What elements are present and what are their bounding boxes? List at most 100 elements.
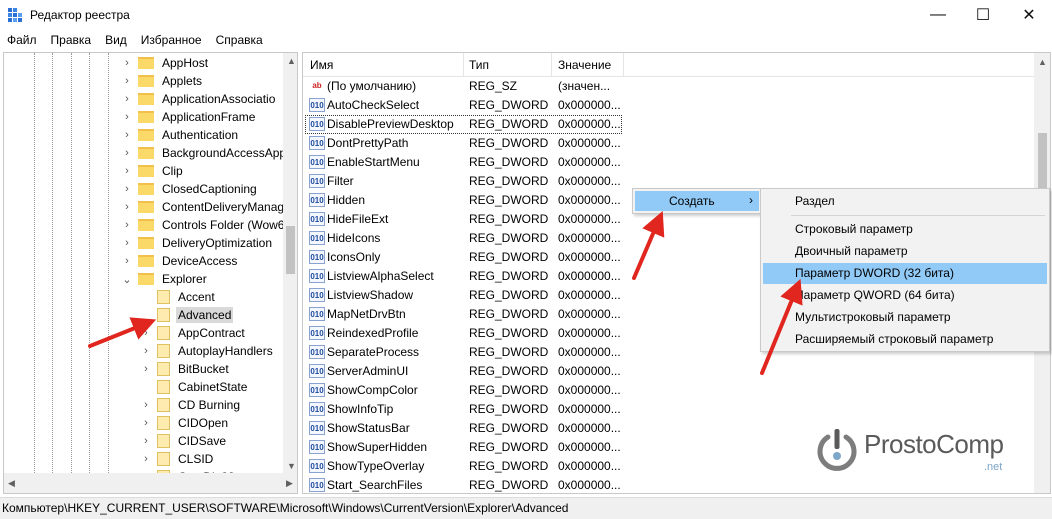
scroll-up-icon[interactable]: ▲ [287, 56, 296, 66]
tree-item[interactable]: › DeliveryOptimization [121, 234, 274, 252]
tree-item[interactable]: › AppHost [121, 54, 210, 72]
menu-item-create[interactable]: Создать › [635, 191, 759, 211]
tree-item[interactable]: › Applets [121, 72, 204, 90]
value-row[interactable]: 010 IconsOnly REG_DWORD 0x000000... [303, 248, 633, 267]
tree-item[interactable]: › CD Burning [140, 396, 242, 414]
tree-item[interactable]: › CIDSave [140, 432, 228, 450]
tree-item[interactable]: › CLSID [140, 450, 215, 468]
chevron-right-icon[interactable]: › [121, 219, 133, 231]
chevron-right-icon[interactable]: › [140, 417, 152, 429]
tree-horizontal-scrollbar[interactable]: ◀ ▶ [4, 473, 297, 493]
value-row[interactable]: 010 ServerAdminUI REG_DWORD 0x000000... [303, 362, 633, 381]
tree-item[interactable]: › DeviceAccess [121, 252, 239, 270]
value-row[interactable]: 010 AutoCheckSelect REG_DWORD 0x000000... [303, 96, 633, 115]
value-row[interactable]: 010 Hidden REG_DWORD 0x000000... [303, 191, 633, 210]
tree-item[interactable]: › AutoplayHandlers [140, 342, 275, 360]
value-row[interactable]: 010 Start_SearchFiles REG_DWORD 0x000000... [303, 476, 633, 493]
submenu-item[interactable]: Строковый параметр [763, 219, 1047, 240]
tree-item[interactable]: › Controls Folder (Wow6 [121, 216, 286, 234]
scroll-right-icon[interactable]: ▶ [286, 478, 293, 489]
value-row[interactable]: 010 ShowStatusBar REG_DWORD 0x000000... [303, 419, 633, 438]
value-row[interactable]: 010 ShowTypeOverlay REG_DWORD 0x000000... [303, 457, 633, 476]
menu-file[interactable]: Файл [0, 31, 44, 51]
value-row[interactable]: 010 ReindexedProfile REG_DWORD 0x000000... [303, 324, 633, 343]
column-header-type[interactable]: Тип [469, 58, 489, 72]
chevron-right-icon[interactable]: › [140, 453, 152, 465]
menu-view[interactable]: Вид [98, 31, 134, 51]
chevron-right-icon[interactable]: › [121, 183, 133, 195]
tree-item[interactable]: › BitBucket [140, 360, 231, 378]
tree-item[interactable]: › ContentDeliveryManag [121, 198, 286, 216]
chevron-right-icon[interactable]: › [121, 57, 133, 69]
value-row[interactable]: 010 ListviewAlphaSelect REG_DWORD 0x000000.… [303, 267, 633, 286]
tree-item[interactable]: CabinetState [140, 378, 249, 396]
value-name: ServerAdminUI [327, 364, 409, 378]
tree-item[interactable]: › Clip [121, 162, 185, 180]
menu-edit[interactable]: Правка [44, 31, 99, 51]
tree-item[interactable]: Advanced [140, 306, 234, 324]
value-row[interactable]: 010 ShowInfoTip REG_DWORD 0x000000... [303, 400, 633, 419]
value-row[interactable]: 010 HideIcons REG_DWORD 0x000000... [303, 229, 633, 248]
submenu-item[interactable]: Параметр QWORD (64 бита) [763, 285, 1047, 306]
maximize-button[interactable]: ☐ [960, 0, 1006, 30]
value-row[interactable]: 010 Filter REG_DWORD 0x000000... [303, 172, 633, 191]
chevron-right-icon[interactable]: › [140, 327, 152, 339]
value-row[interactable]: 010 SeparateProcess REG_DWORD 0x000000... [303, 343, 633, 362]
tree-item[interactable]: › CIDOpen [140, 414, 230, 432]
value-row[interactable]: 010 MapNetDrvBtn REG_DWORD 0x000000... [303, 305, 633, 324]
chevron-right-icon[interactable]: › [121, 129, 133, 141]
dword-value-icon: 010 [309, 345, 325, 359]
tree-item[interactable]: › ApplicationFrame [121, 108, 257, 126]
tree-item[interactable]: ⌄ Explorer [121, 270, 209, 288]
column-separator[interactable] [623, 53, 624, 77]
key-tree-pane[interactable]: › AppHost › Applets › ApplicationAssociatio › A… [3, 52, 298, 494]
chevron-right-icon[interactable]: › [140, 435, 152, 447]
chevron-right-icon[interactable]: › [121, 147, 133, 159]
tree-item[interactable]: › ClosedCaptioning [121, 180, 259, 198]
value-value: 0x000000... [558, 421, 621, 435]
scroll-down-icon[interactable]: ▼ [287, 461, 296, 471]
menu-favorites[interactable]: Избранное [134, 31, 209, 51]
value-row[interactable]: 010 DontPrettyPath REG_DWORD 0x000000... [303, 134, 633, 153]
tree-vertical-scrollbar[interactable]: ▲ ▼ [283, 53, 297, 473]
chevron-right-icon[interactable]: › [121, 255, 133, 267]
menu-help[interactable]: Справка [209, 31, 270, 51]
chevron-right-icon[interactable]: › [121, 75, 133, 87]
minimize-button[interactable]: — [915, 0, 961, 30]
chevron-right-icon[interactable]: › [140, 399, 152, 411]
column-separator[interactable] [551, 53, 552, 77]
value-row[interactable]: ab (По умолчанию) REG_SZ (значен... [303, 77, 633, 96]
chevron-right-icon[interactable]: › [121, 111, 133, 123]
submenu-item[interactable]: Параметр DWORD (32 бита) [763, 263, 1047, 284]
tree-item[interactable]: › BackgroundAccessApp [121, 144, 288, 162]
column-separator[interactable] [463, 53, 464, 77]
tree-item[interactable]: Accent [140, 288, 217, 306]
value-row[interactable]: 010 EnableStartMenu REG_DWORD 0x000000... [303, 153, 633, 172]
tree-item[interactable]: › Authentication [121, 126, 240, 144]
value-row[interactable]: 010 ShowCompColor REG_DWORD 0x000000... [303, 381, 633, 400]
submenu-item[interactable]: Расширяемый строковый параметр [763, 329, 1047, 350]
scroll-left-icon[interactable]: ◀ [8, 478, 15, 489]
scroll-up-icon[interactable]: ▲ [1038, 57, 1047, 67]
value-row[interactable]: 010 HideFileExt REG_DWORD 0x000000... [303, 210, 633, 229]
tree-item[interactable]: › ApplicationAssociatio [121, 90, 277, 108]
value-row[interactable]: 010 ListviewShadow REG_DWORD 0x000000... [303, 286, 633, 305]
chevron-right-icon[interactable]: › [140, 363, 152, 375]
chevron-right-icon[interactable]: › [121, 237, 133, 249]
submenu-item[interactable]: Двоичный параметр [763, 241, 1047, 262]
chevron-down-icon[interactable]: ⌄ [121, 273, 133, 286]
value-row[interactable]: 010 DisablePreviewDesktop REG_DWORD 0x00000… [303, 115, 633, 134]
chevron-right-icon[interactable]: › [140, 345, 152, 357]
chevron-right-icon[interactable]: › [121, 93, 133, 105]
value-type: REG_DWORD [469, 402, 549, 416]
value-row[interactable]: 010 ShowSuperHidden REG_DWORD 0x000000... [303, 438, 633, 457]
column-header-value[interactable]: Значение [558, 58, 611, 72]
tree-item[interactable]: › AppContract [140, 324, 247, 342]
close-button[interactable]: ✕ [1006, 0, 1052, 30]
chevron-right-icon[interactable]: › [121, 201, 133, 213]
column-header-name[interactable]: Имя [310, 58, 333, 72]
chevron-right-icon[interactable]: › [121, 165, 133, 177]
submenu-item[interactable]: Мультистроковый параметр [763, 307, 1047, 328]
submenu-item[interactable]: Раздел [763, 191, 1047, 212]
tree-scroll-thumb[interactable] [286, 226, 295, 274]
